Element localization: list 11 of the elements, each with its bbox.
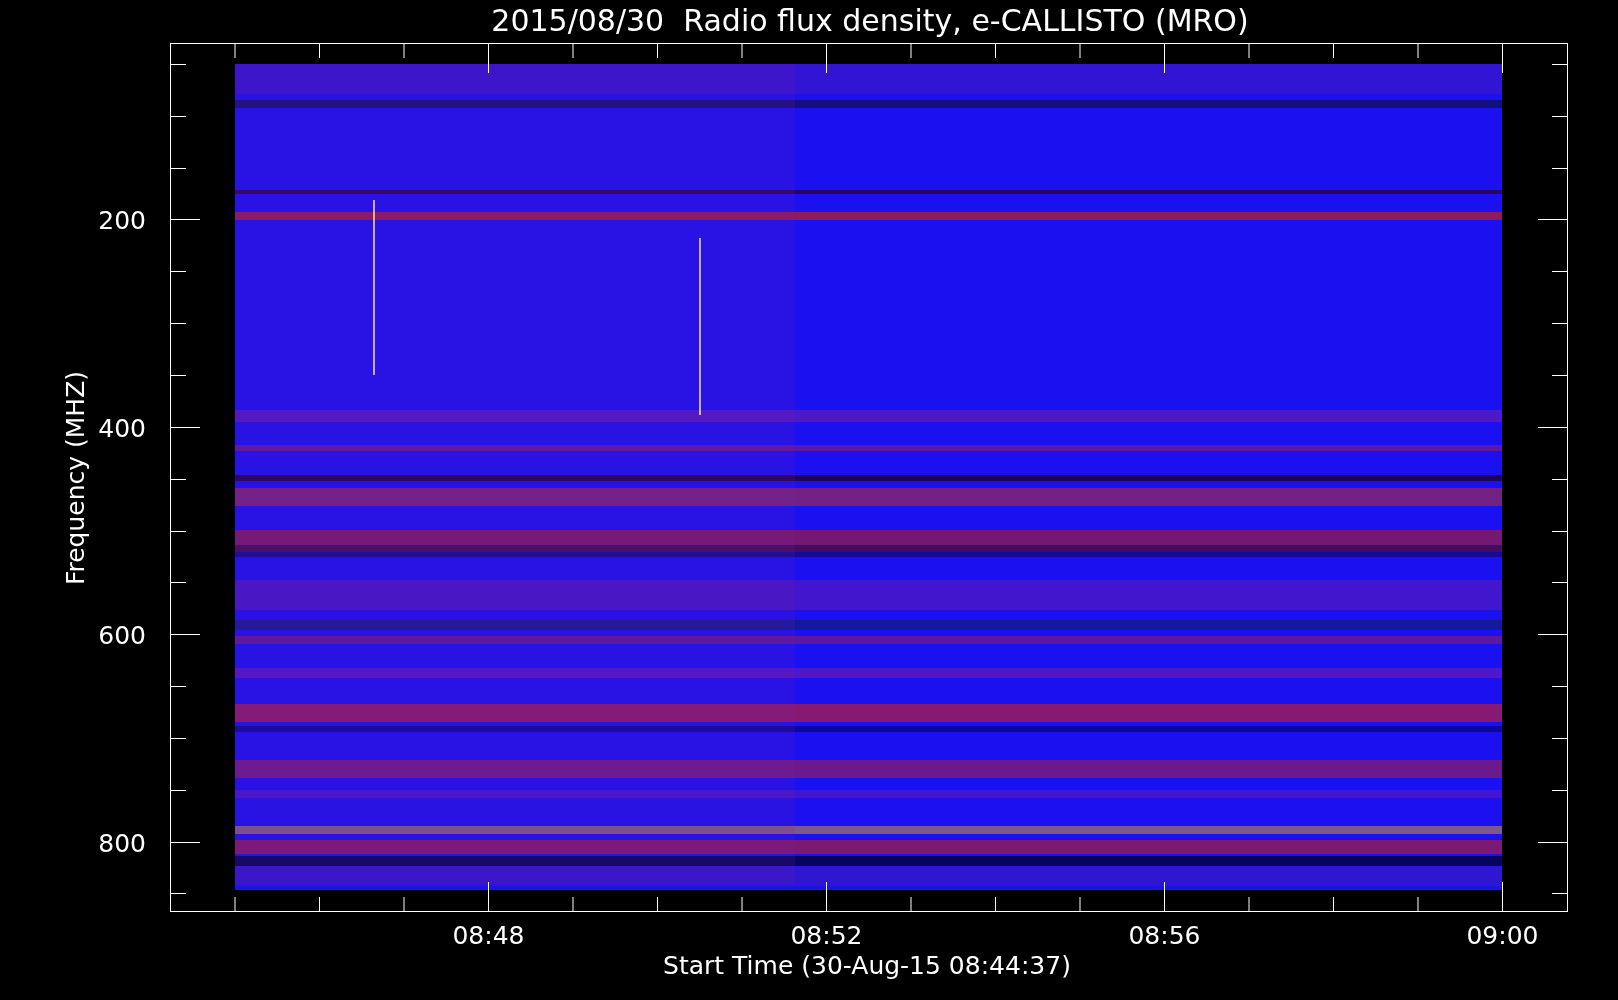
x-tick-label: 08:52 (790, 921, 863, 950)
y-tick-label: 800 (98, 829, 146, 858)
y-tick-label: 400 (98, 414, 146, 443)
x-tick-label: 09:00 (1466, 921, 1539, 950)
y-axis-label: Frequency (MHZ) (61, 370, 90, 586)
x-tick-label: 08:48 (452, 921, 525, 950)
chart-title: 2015/08/30 Radio flux density, e-CALLISTO (MRO) (491, 3, 1249, 38)
x-tick-label: 08:56 (1128, 921, 1201, 950)
x-axis-label: Start Time (30-Aug-15 08:44:37) (663, 951, 1071, 980)
y-tick-label: 600 (98, 621, 146, 650)
y-tick-label: 200 (98, 206, 146, 235)
